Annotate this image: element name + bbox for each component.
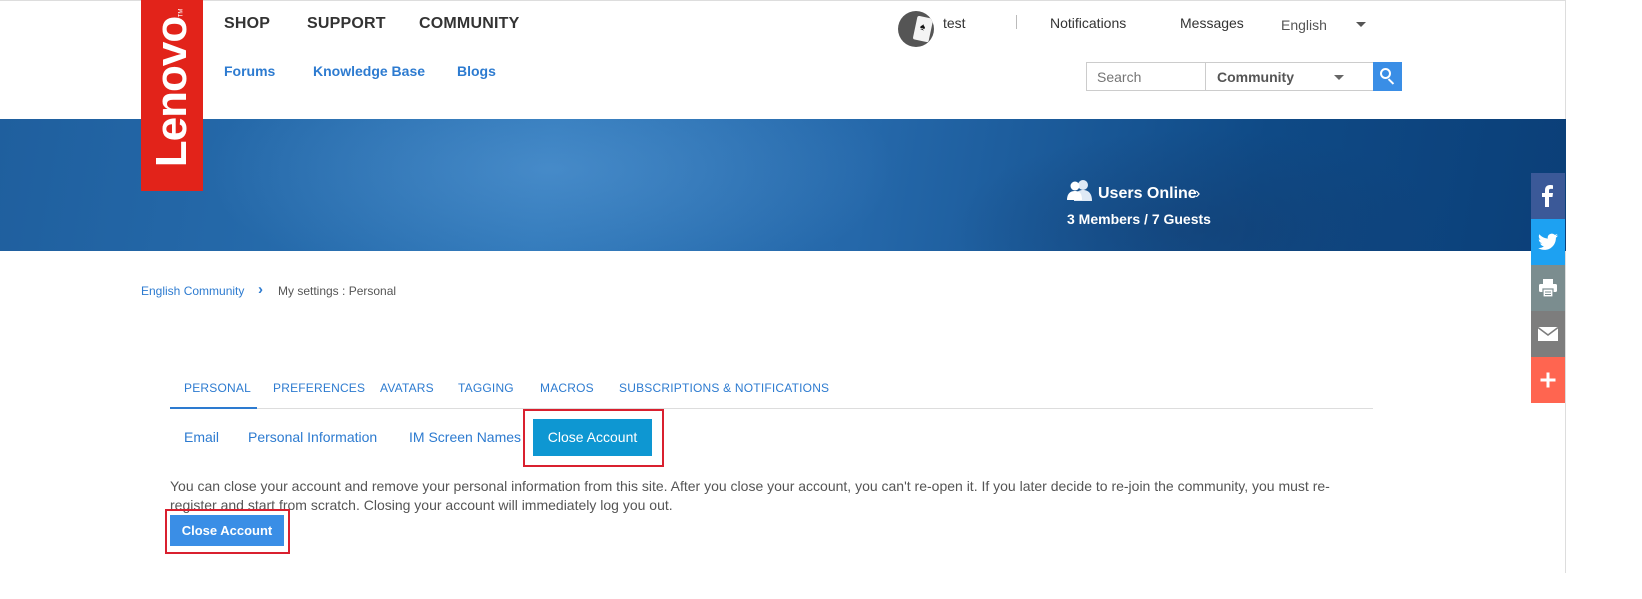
- subnav-blogs[interactable]: Blogs: [457, 63, 496, 79]
- highlight-box: [523, 409, 664, 467]
- plus-icon: [1540, 372, 1556, 388]
- email-share-button[interactable]: [1531, 311, 1565, 357]
- chevron-right-icon[interactable]: ›: [1195, 185, 1200, 203]
- tabs-divider: [170, 408, 1373, 409]
- messages-link[interactable]: Messages: [1180, 15, 1244, 31]
- username[interactable]: test: [943, 15, 966, 31]
- search-icon: [1380, 68, 1391, 79]
- tab-avatars[interactable]: AVATARS: [380, 381, 434, 395]
- close-account-description: You can close your account and remove yo…: [170, 478, 1330, 513]
- search-scope-value: Community: [1217, 69, 1294, 85]
- logo-text: Lenovo: [147, 16, 196, 168]
- subnav-forums[interactable]: Forums: [224, 63, 275, 79]
- right-border: [1565, 0, 1566, 573]
- twitter-share-button[interactable]: [1531, 219, 1565, 265]
- tab-preferences[interactable]: PREFERENCES: [273, 381, 365, 395]
- nav-support[interactable]: SUPPORT: [307, 15, 386, 33]
- community-banner: [0, 119, 1566, 251]
- language-select[interactable]: English: [1281, 17, 1327, 33]
- facebook-icon: [1542, 185, 1553, 207]
- print-icon: [1539, 279, 1557, 298]
- more-share-button[interactable]: [1531, 357, 1565, 403]
- lenovo-logo[interactable]: TM Lenovo: [141, 0, 203, 191]
- search-input[interactable]: [1086, 62, 1206, 91]
- users-icon: [1067, 180, 1092, 201]
- header-divider: [1016, 15, 1017, 29]
- search-button[interactable]: [1373, 62, 1402, 91]
- page-bottom-area: [0, 573, 1642, 599]
- tab-subscriptions-notifications[interactable]: SUBSCRIPTIONS & NOTIFICATIONS: [619, 381, 829, 395]
- nav-shop[interactable]: SHOP: [224, 15, 270, 33]
- chevron-right-icon: ›: [258, 281, 263, 298]
- tab-tagging[interactable]: TAGGING: [458, 381, 514, 395]
- subtab-personal-information[interactable]: Personal Information: [248, 429, 377, 445]
- top-border: [0, 0, 1566, 1]
- users-online-link[interactable]: Users Online: [1098, 185, 1197, 203]
- subnav-knowledge-base[interactable]: Knowledge Base: [313, 63, 425, 79]
- nav-community[interactable]: COMMUNITY: [419, 15, 519, 33]
- email-icon: [1538, 326, 1558, 341]
- chevron-down-icon: [1334, 75, 1344, 80]
- subtab-email[interactable]: Email: [184, 429, 219, 445]
- chevron-down-icon[interactable]: [1356, 22, 1366, 27]
- breadcrumb-current: My settings : Personal: [278, 284, 397, 298]
- print-share-button[interactable]: [1531, 265, 1565, 311]
- users-online-count: 3 Members / 7 Guests: [1067, 211, 1211, 227]
- highlight-box: [165, 509, 290, 554]
- twitter-icon: [1538, 233, 1558, 250]
- tab-macros[interactable]: MACROS: [540, 381, 594, 395]
- notifications-link[interactable]: Notifications: [1050, 15, 1126, 31]
- breadcrumb-english-community[interactable]: English Community: [141, 284, 244, 298]
- search-scope-select[interactable]: Community: [1205, 62, 1374, 91]
- subtab-im-screen-names[interactable]: IM Screen Names: [409, 429, 521, 445]
- active-tab-indicator: [170, 407, 257, 409]
- tab-personal[interactable]: PERSONAL: [184, 381, 251, 395]
- facebook-share-button[interactable]: [1531, 173, 1565, 219]
- avatar[interactable]: ♠: [898, 11, 934, 47]
